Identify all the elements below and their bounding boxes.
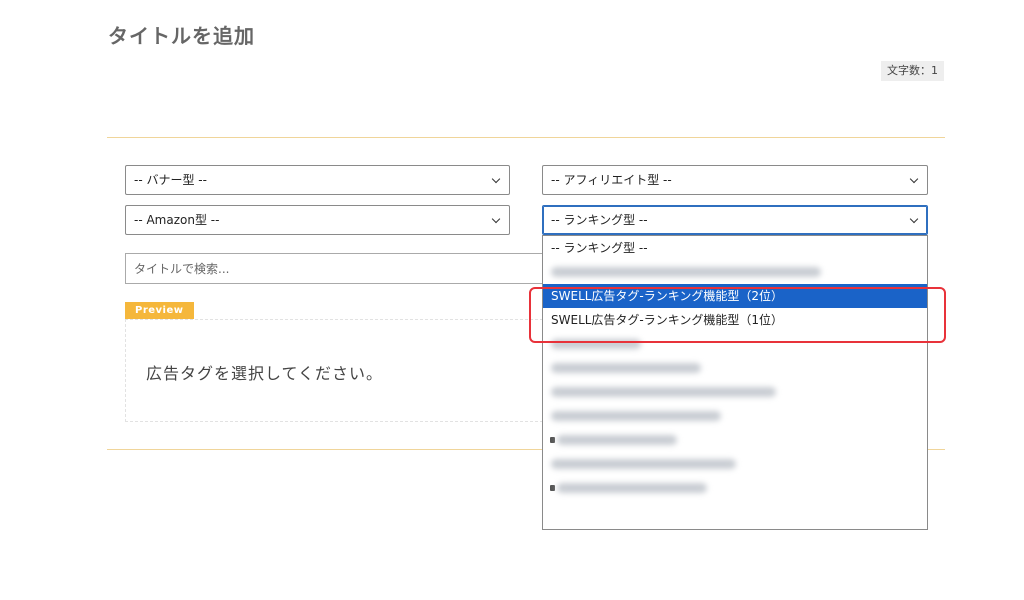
chevron-down-icon — [909, 214, 919, 224]
blurred-option[interactable] — [543, 428, 927, 452]
blurred-text — [551, 411, 721, 421]
dropdown-option[interactable]: SWELL広告タグ-ランキング機能型（1位） — [543, 308, 927, 332]
affiliate-type-select-value: -- アフィリエイト型 -- — [551, 173, 672, 187]
blurred-option[interactable] — [543, 260, 927, 284]
chevron-down-icon — [491, 174, 501, 184]
ad-tag-editor: タイトルを追加 文字数：1 -- バナー型 -- -- アフィリエイト型 -- … — [0, 0, 1024, 600]
amazon-type-select-value: -- Amazon型 -- — [134, 213, 220, 227]
blurred-glyph — [550, 485, 555, 491]
top-divider — [107, 137, 945, 138]
blurred-option[interactable] — [543, 356, 927, 380]
chevron-down-icon — [491, 214, 501, 224]
blurred-glyph — [550, 437, 555, 443]
blurred-text — [551, 267, 821, 277]
blurred-option[interactable] — [543, 452, 927, 476]
blurred-text — [551, 339, 641, 349]
ranking-dropdown-list[interactable]: -- ランキング型 -- SWELL広告タグ-ランキング機能型（2位） SWEL… — [542, 235, 928, 530]
ranking-type-select-value: -- ランキング型 -- — [551, 213, 648, 227]
banner-type-select-value: -- バナー型 -- — [134, 173, 207, 187]
blurred-option[interactable] — [543, 476, 927, 500]
char-count-badge: 文字数：1 — [881, 61, 944, 81]
blurred-text — [557, 483, 707, 493]
affiliate-type-select[interactable]: -- アフィリエイト型 -- — [542, 165, 928, 195]
blurred-text — [557, 435, 677, 445]
ranking-type-select[interactable]: -- ランキング型 -- — [542, 205, 928, 235]
blurred-text — [551, 363, 701, 373]
preview-message: 広告タグを選択してください。 — [146, 364, 384, 383]
title-search-input[interactable] — [125, 253, 543, 284]
banner-type-select[interactable]: -- バナー型 -- — [125, 165, 510, 195]
blurred-text — [551, 387, 776, 397]
dropdown-option[interactable]: -- ランキング型 -- — [543, 236, 927, 260]
blurred-option[interactable] — [543, 404, 927, 428]
blurred-option[interactable] — [543, 332, 927, 356]
preview-label: Preview — [125, 302, 194, 319]
page-title: タイトルを追加 — [108, 24, 255, 48]
chevron-down-icon — [909, 174, 919, 184]
dropdown-option-selected[interactable]: SWELL広告タグ-ランキング機能型（2位） — [543, 284, 927, 308]
blurred-text — [551, 459, 736, 469]
blurred-option[interactable] — [543, 380, 927, 404]
preview-area: 広告タグを選択してください。 — [125, 319, 543, 422]
amazon-type-select[interactable]: -- Amazon型 -- — [125, 205, 510, 235]
